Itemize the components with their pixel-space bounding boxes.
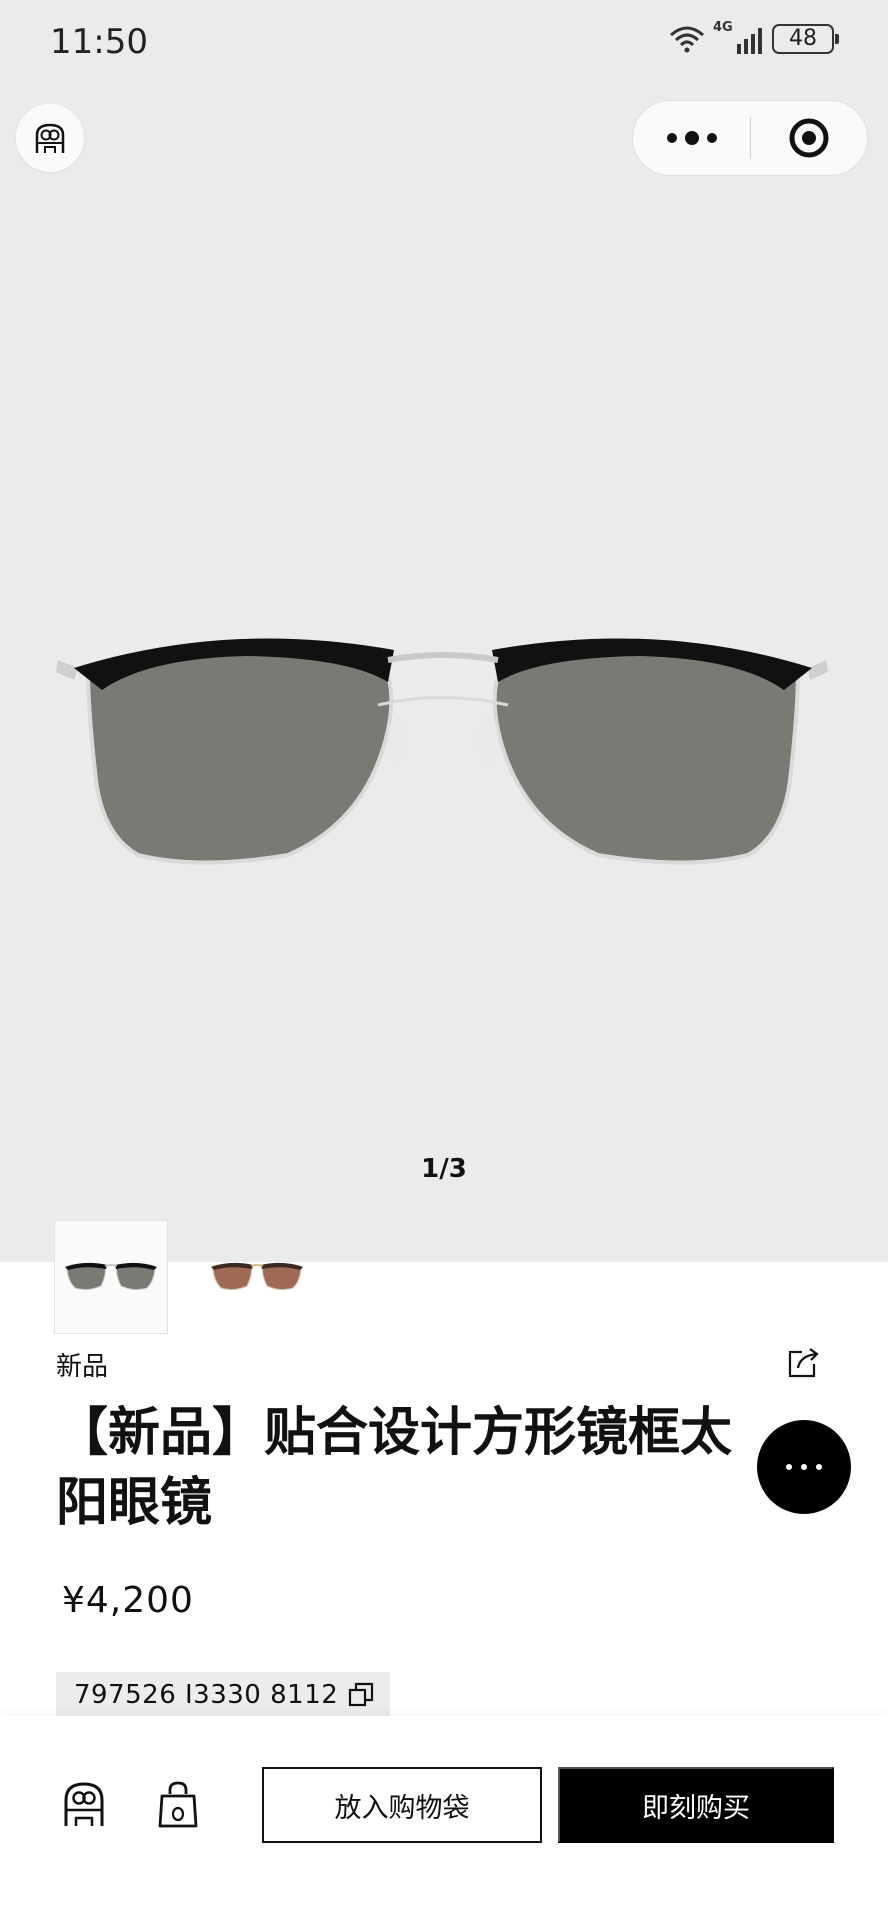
share-icon[interactable]: [786, 1346, 820, 1380]
gucci-logo-icon: [35, 123, 65, 153]
store-home-icon[interactable]: [62, 1780, 106, 1830]
brand-home-button[interactable]: [16, 104, 84, 172]
product-title: 【新品】贴合设计方形镜框太阳眼镜: [56, 1403, 733, 1533]
copy-icon[interactable]: [348, 1682, 374, 1708]
thumbnail-image-brown: [211, 1262, 303, 1291]
mini-program-close-icon[interactable]: [751, 101, 867, 175]
status-bar: 11:50 4G 48: [0, 0, 888, 90]
ellipsis-icon[interactable]: [757, 1420, 851, 1514]
carousel-pager: 1/3: [421, 1154, 467, 1184]
product-price: ¥4,200: [62, 1580, 194, 1621]
thumbnail-image-black: [65, 1262, 157, 1291]
add-to-bag-button[interactable]: 放入购物袋: [262, 1767, 542, 1843]
new-arrival-tag: 新品: [56, 1352, 109, 1382]
product-sku[interactable]: 797526 I3330 8112: [56, 1672, 391, 1718]
product-image-carousel[interactable]: 1/3: [0, 90, 888, 1334]
cellular-signal-icon: 4G: [713, 20, 762, 54]
buy-now-button[interactable]: 即刻购买: [558, 1767, 834, 1843]
more-dots-icon[interactable]: [633, 101, 750, 175]
target-circle-icon: [789, 118, 829, 158]
thumbnail-2[interactable]: [200, 1220, 314, 1334]
shopping-bag-icon[interactable]: [156, 1780, 200, 1830]
status-icons: 4G 48: [669, 20, 839, 54]
thumbnail-1[interactable]: [54, 1220, 168, 1334]
network-type: 4G: [713, 20, 733, 35]
mini-program-capsule: [632, 100, 868, 176]
sunglasses-image: [56, 638, 828, 865]
status-time: 11:50: [50, 22, 148, 62]
sku-text: 797526 I3330 8112: [74, 1680, 339, 1710]
battery-indicator: 48: [772, 24, 839, 54]
wifi-icon: [670, 26, 704, 53]
